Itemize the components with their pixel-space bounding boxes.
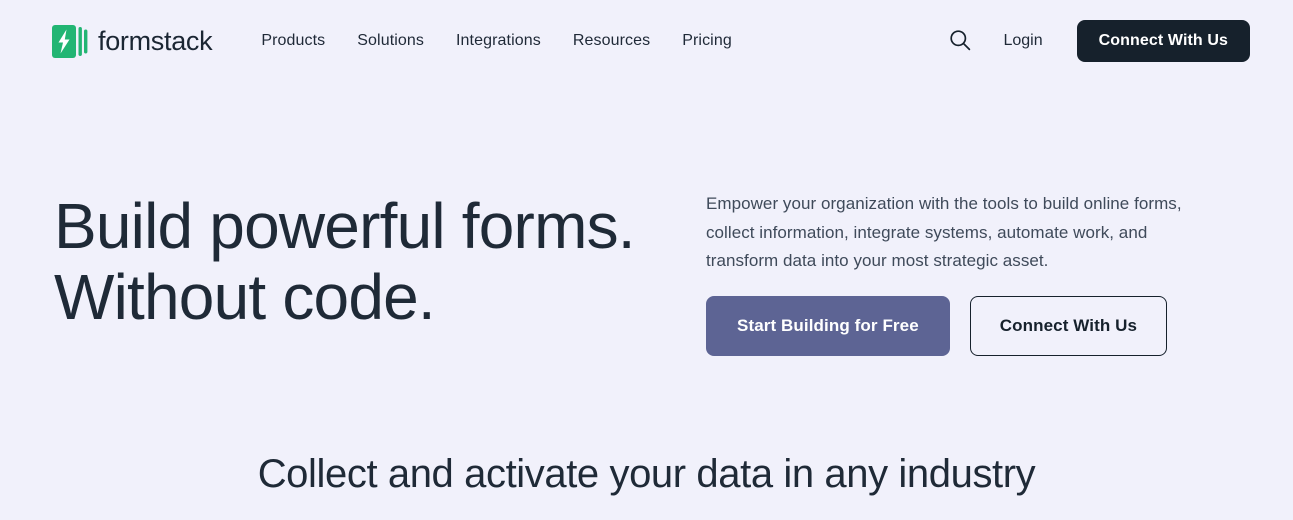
hero-title-line-2: Without code. <box>54 261 436 333</box>
nav-item-products[interactable]: Products <box>245 24 341 58</box>
nav-item-solutions[interactable]: Solutions <box>341 24 440 58</box>
page-root: formstack Products Solutions Integration… <box>0 0 1293 520</box>
brand-wordmark: formstack <box>98 25 213 56</box>
hero-paragraph-line-1: Empower your organization with the tools… <box>706 194 1182 213</box>
site-header: formstack Products Solutions Integration… <box>0 0 1293 82</box>
formstack-logo-icon <box>52 24 89 58</box>
industry-section-heading: Collect and activate your data in any in… <box>257 452 1036 496</box>
nav-item-pricing[interactable]: Pricing <box>666 24 748 58</box>
search-icon <box>949 29 971 54</box>
start-building-for-free-button[interactable]: Start Building for Free <box>706 296 950 356</box>
hero-paragraph: Empower your organization with the tools… <box>706 190 1236 276</box>
hero-section: Build powerful forms. Without code. Empo… <box>0 82 1293 430</box>
main-navigation: Products Solutions Integrations Resource… <box>245 24 748 58</box>
hero-title: Build powerful forms. Without code. <box>54 190 636 333</box>
nav-item-integrations[interactable]: Integrations <box>440 24 557 58</box>
hero-right-column: Empower your organization with the tools… <box>706 190 1236 356</box>
header-connect-with-us-button[interactable]: Connect With Us <box>1076 20 1250 62</box>
login-link[interactable]: Login <box>989 24 1056 58</box>
brand-logo-link[interactable]: formstack <box>52 24 213 58</box>
hero-paragraph-line-3: transform data into your most strategic … <box>706 251 1049 270</box>
hero-connect-with-us-button[interactable]: Connect With Us <box>969 296 1168 356</box>
hero-cta-group: Start Building for Free Connect With Us <box>706 296 1168 356</box>
hero-paragraph-line-2: collect information, integrate systems, … <box>706 222 1148 242</box>
hero-title-line-1: Build powerful forms. <box>54 190 636 262</box>
search-button[interactable] <box>943 24 977 58</box>
nav-item-resources[interactable]: Resources <box>557 24 666 58</box>
header-actions: Login Connect With Us <box>943 20 1250 62</box>
